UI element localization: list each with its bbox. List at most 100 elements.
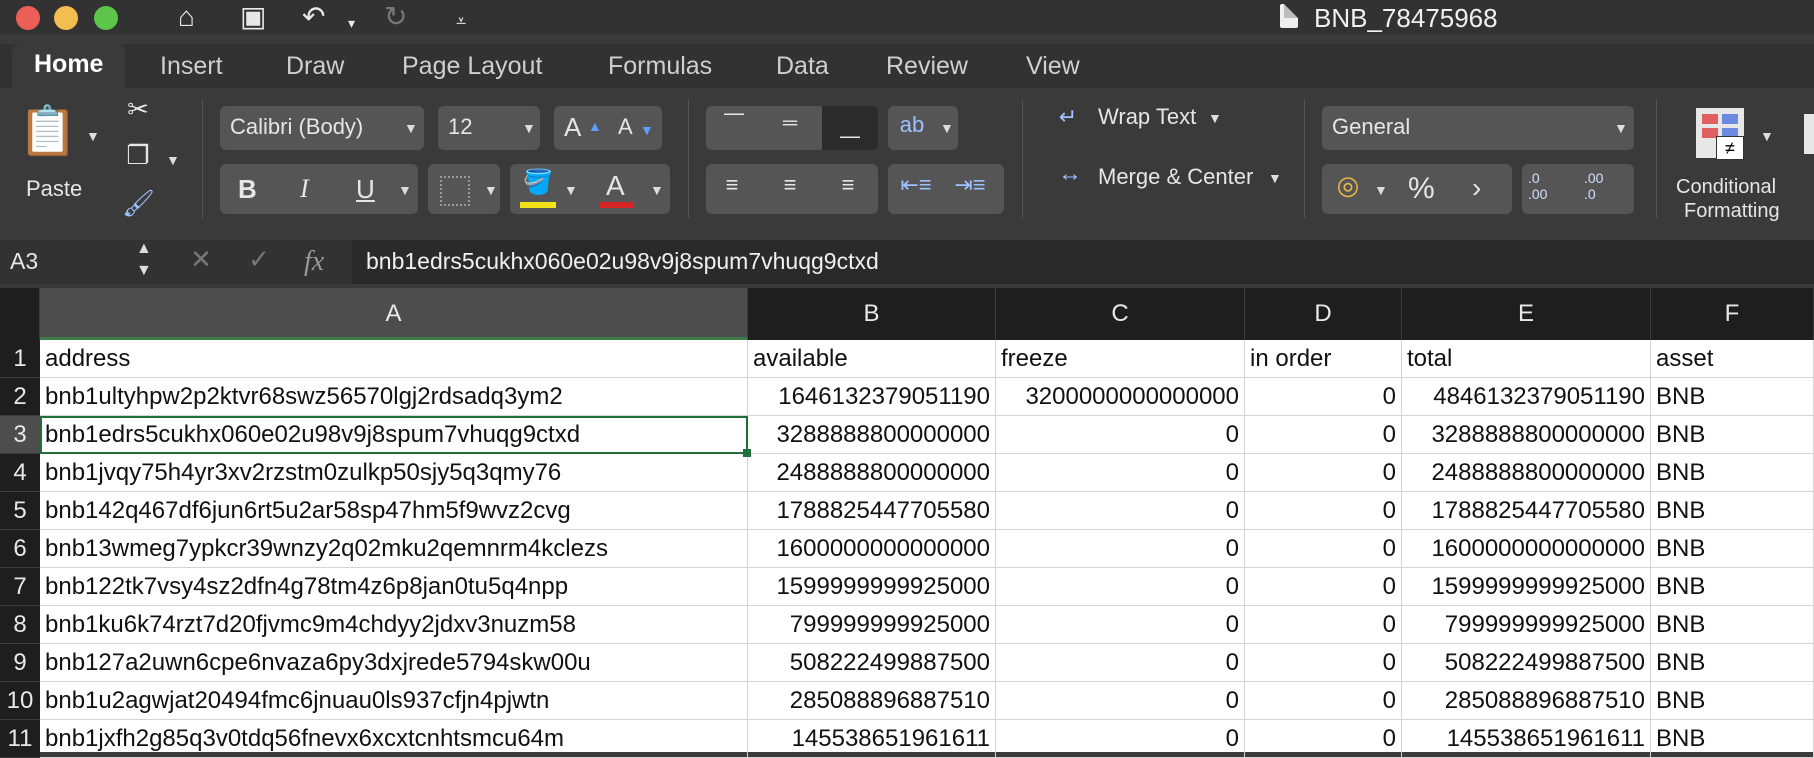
select-all-button[interactable]	[0, 288, 40, 340]
align-center-icon[interactable]: ≡	[774, 172, 806, 198]
font-name-select[interactable]: Calibri (Body) ▼	[220, 106, 424, 150]
undo-icon[interactable]: ↶	[302, 2, 325, 32]
row-header[interactable]: 4	[0, 454, 40, 492]
cell-a6[interactable]: bnb13wmeg7ypkcr39wnzy2q02mku2qemnrm4kcle…	[40, 530, 748, 568]
underline-dropdown-icon[interactable]: ▼	[398, 182, 412, 198]
cell-b2[interactable]: 1646132379051190	[748, 378, 996, 416]
home-icon[interactable]: ⌂	[178, 2, 195, 32]
increase-indent-icon[interactable]: ⇥≡	[950, 172, 990, 198]
redo-icon[interactable]: ↻	[384, 2, 407, 32]
tab-view[interactable]: View	[1026, 52, 1080, 81]
cell-c4[interactable]: 0	[996, 454, 1245, 492]
accounting-format-icon[interactable]: ◎	[1328, 170, 1368, 201]
cell-b11[interactable]: 145538651961611	[748, 720, 996, 758]
cell-c9[interactable]: 0	[996, 644, 1245, 682]
cell-c1[interactable]: freeze	[996, 340, 1245, 378]
cell-e11[interactable]: 145538651961611	[1402, 720, 1651, 758]
row-header[interactable]: 11	[0, 720, 40, 758]
font-color-button[interactable]: A	[606, 170, 625, 202]
align-top-icon[interactable]: ⎺	[718, 112, 750, 135]
cut-icon[interactable]: ✂	[122, 94, 154, 125]
tab-data[interactable]: Data	[776, 52, 829, 81]
cell-b4[interactable]: 2488888800000000	[748, 454, 996, 492]
cell-d11[interactable]: 0	[1245, 720, 1402, 758]
cell-f7[interactable]: BNB	[1651, 568, 1814, 606]
conditional-formatting-icon[interactable]: ≠	[1696, 108, 1744, 160]
cell-c11[interactable]: 0	[996, 720, 1245, 758]
format-as-table-icon[interactable]	[1804, 114, 1814, 154]
row-header[interactable]: 1	[0, 340, 40, 378]
paste-icon[interactable]: 📋	[18, 102, 78, 164]
cell-d9[interactable]: 0	[1245, 644, 1402, 682]
cell-b5[interactable]: 1788825447705580	[748, 492, 996, 530]
cell-f9[interactable]: BNB	[1651, 644, 1814, 682]
cell-e2[interactable]: 4846132379051190	[1402, 378, 1651, 416]
cell-e1[interactable]: total	[1402, 340, 1651, 378]
row-header[interactable]: 5	[0, 492, 40, 530]
cell-a8[interactable]: bnb1ku6k74rzt7d20fjvmc9m4chdyy2jdxv3nuzm…	[40, 606, 748, 644]
fill-color-icon[interactable]: 🪣	[520, 168, 556, 197]
name-box-stepper-down-icon[interactable]: ▼	[136, 262, 152, 280]
cell-d6[interactable]: 0	[1245, 530, 1402, 568]
minimize-window-button[interactable]	[54, 6, 78, 30]
cell-b7[interactable]: 1599999999925000	[748, 568, 996, 606]
row-header[interactable]: 9	[0, 644, 40, 682]
merge-center-dropdown-icon[interactable]: ▼	[1268, 170, 1282, 186]
cell-d4[interactable]: 0	[1245, 454, 1402, 492]
merge-center-button[interactable]: Merge & Center	[1098, 164, 1253, 190]
cell-b9[interactable]: 508222499887500	[748, 644, 996, 682]
cell-e9[interactable]: 508222499887500	[1402, 644, 1651, 682]
name-box-stepper-up-icon[interactable]: ▲	[136, 240, 152, 258]
cell-f6[interactable]: BNB	[1651, 530, 1814, 568]
customize-toolbar-icon[interactable]: ⩡	[456, 6, 466, 36]
cell-f2[interactable]: BNB	[1651, 378, 1814, 416]
cell-b6[interactable]: 1600000000000000	[748, 530, 996, 568]
column-header-d[interactable]: D	[1245, 288, 1402, 340]
row-header[interactable]: 2	[0, 378, 40, 416]
cell-d10[interactable]: 0	[1245, 682, 1402, 720]
row-header[interactable]: 3	[0, 416, 40, 454]
cell-f1[interactable]: asset	[1651, 340, 1814, 378]
column-header-f[interactable]: F	[1651, 288, 1814, 340]
save-icon[interactable]: ▣	[240, 2, 266, 32]
cell-a9[interactable]: bnb127a2uwn6cpe6nvaza6py3dxjrede5794skw0…	[40, 644, 748, 682]
wrap-text-button[interactable]: Wrap Text	[1098, 104, 1196, 130]
cell-d2[interactable]: 0	[1245, 378, 1402, 416]
tab-insert[interactable]: Insert	[160, 52, 223, 81]
cell-a4[interactable]: bnb1jvqy75h4yr3xv2rzstm0zulkp50sjy5q3qmy…	[40, 454, 748, 492]
cell-b1[interactable]: available	[748, 340, 996, 378]
row-header[interactable]: 10	[0, 682, 40, 720]
font-size-select[interactable]: 12 ▼	[438, 106, 540, 150]
tab-review[interactable]: Review	[886, 52, 968, 81]
comma-style-button[interactable]: ›	[1472, 172, 1481, 204]
cell-c6[interactable]: 0	[996, 530, 1245, 568]
cell-a11[interactable]: bnb1jxfh2g85q3v0tdq56fnevx6xcxtcnhtsmcu6…	[40, 720, 748, 758]
cell-e8[interactable]: 799999999925000	[1402, 606, 1651, 644]
name-box[interactable]: A3	[10, 248, 38, 275]
paste-dropdown-icon[interactable]: ▼	[86, 128, 100, 144]
row-header[interactable]: 6	[0, 530, 40, 568]
align-right-icon[interactable]: ≡	[832, 172, 864, 198]
underline-button[interactable]: U	[356, 174, 375, 205]
wrap-text-icon[interactable]: ↵	[1048, 104, 1088, 130]
tab-page-layout[interactable]: Page Layout	[402, 52, 542, 81]
close-window-button[interactable]	[16, 6, 40, 30]
cell-c2[interactable]: 3200000000000000	[996, 378, 1245, 416]
cell-f8[interactable]: BNB	[1651, 606, 1814, 644]
tab-draw[interactable]: Draw	[286, 52, 344, 81]
cell-e7[interactable]: 1599999999925000	[1402, 568, 1651, 606]
align-bottom-button[interactable]: ⎽	[822, 106, 878, 150]
cell-a2[interactable]: bnb1ultyhpw2p2ktvr68swz56570lgj2rdsadq3y…	[40, 378, 748, 416]
decrease-indent-icon[interactable]: ⇤≡	[896, 172, 936, 198]
row-header[interactable]: 7	[0, 568, 40, 606]
italic-button[interactable]: I	[300, 174, 309, 204]
enter-icon[interactable]: ✓	[244, 244, 274, 275]
row-header[interactable]: 8	[0, 606, 40, 644]
cell-c7[interactable]: 0	[996, 568, 1245, 606]
cell-e6[interactable]: 1600000000000000	[1402, 530, 1651, 568]
orientation-button[interactable]: ab ▼	[888, 106, 958, 150]
shrink-font-button[interactable]: A	[618, 114, 633, 140]
column-header-a[interactable]: A	[40, 288, 748, 340]
cell-f5[interactable]: BNB	[1651, 492, 1814, 530]
cell-e3[interactable]: 3288888800000000	[1402, 416, 1651, 454]
